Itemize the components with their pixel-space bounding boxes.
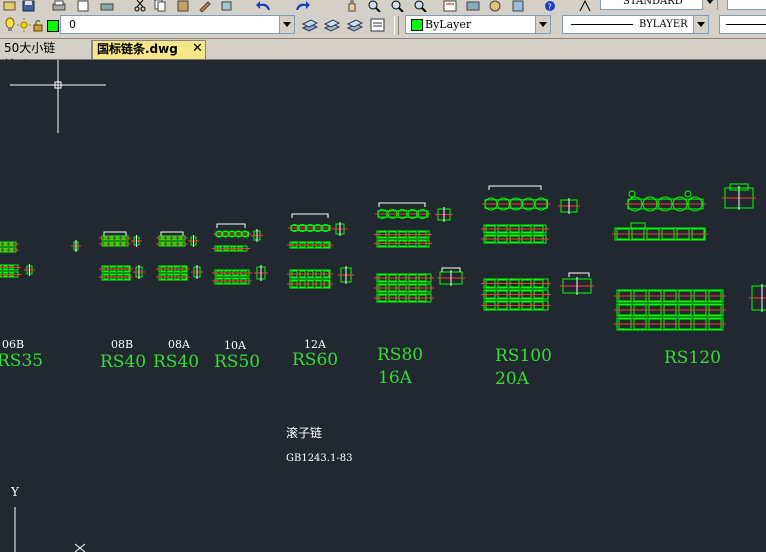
drawing-title: 滚子链 xyxy=(286,426,323,440)
label-rs35: RS35 xyxy=(0,351,44,371)
chevron-down-icon[interactable] xyxy=(535,16,550,33)
label-16a: 16A xyxy=(378,368,412,388)
lineweight-sample xyxy=(726,24,766,25)
drawing-tabs: 50大小链轮.dwg 国标链条.dwg ✕ xyxy=(0,39,766,72)
ucs-icon xyxy=(14,507,86,552)
label-rs120: RS120 xyxy=(664,348,721,368)
layer-select[interactable]: 0 xyxy=(60,15,295,34)
cut-icon[interactable] xyxy=(133,0,149,12)
dim-style-select[interactable] xyxy=(727,0,766,10)
layer-value: 0 xyxy=(69,18,76,31)
chain-20a-dim xyxy=(488,185,542,190)
label-rs60: RS60 xyxy=(292,350,339,370)
label-rs40-08b: RS40 xyxy=(100,352,147,372)
help-icon[interactable]: ? xyxy=(543,0,559,12)
publish-icon[interactable] xyxy=(100,0,116,12)
close-icon[interactable]: ✕ xyxy=(192,42,203,55)
layer-lock-icon[interactable] xyxy=(31,16,45,34)
chain-12a-dim xyxy=(291,213,329,218)
color-value: ByLayer xyxy=(425,18,472,31)
label-08a: 08A xyxy=(168,338,190,351)
color-select[interactable]: ByLayer xyxy=(405,15,551,34)
tab-drawing-sprocket[interactable]: 50大小链轮.dwg xyxy=(0,40,92,72)
label-rs100: RS100 xyxy=(495,346,552,366)
text-style-icon[interactable] xyxy=(578,0,594,12)
block-editor-icon[interactable] xyxy=(220,0,236,12)
design-center-icon[interactable] xyxy=(466,0,482,12)
linetype-sample xyxy=(571,24,633,25)
chain-16a-dim xyxy=(378,202,426,207)
print-icon[interactable] xyxy=(52,0,68,12)
layers-properties-toolbar: 0 ByLayer BYLAYER xyxy=(0,13,766,39)
chain-20a-dim2 xyxy=(568,272,590,277)
chevron-down-icon[interactable] xyxy=(702,0,717,10)
crosshair-cursor xyxy=(10,60,106,133)
match-properties-icon[interactable] xyxy=(198,0,214,12)
zoom-previous-icon[interactable] xyxy=(413,0,429,12)
zoom-window-icon[interactable] xyxy=(390,0,406,12)
label-06b: 06B xyxy=(2,338,25,351)
drawing-standard: GB1243.1-83 xyxy=(286,453,353,464)
label-rs40-08a: RS40 xyxy=(153,352,200,372)
copy-icon[interactable] xyxy=(153,0,169,12)
save-icon[interactable] xyxy=(22,0,38,12)
make-object-layer-current-icon[interactable] xyxy=(301,16,319,34)
chain-10a-dim xyxy=(216,223,246,228)
model-space-canvas[interactable]: 06B RS35 08B RS40 08A RS40 10A RS50 12A … xyxy=(0,60,766,552)
chevron-down-icon[interactable] xyxy=(693,16,708,33)
sheet-set-icon[interactable] xyxy=(511,0,527,12)
ucs-y-label: Y xyxy=(11,485,19,499)
layer-states-icon[interactable] xyxy=(346,16,364,34)
layer-properties-manager-icon[interactable] xyxy=(369,16,387,34)
tab-label: 国标链条.dwg xyxy=(97,42,178,56)
standard-toolbar: ? STANDARD xyxy=(0,0,766,14)
label-rs80: RS80 xyxy=(377,345,424,365)
pan-icon[interactable] xyxy=(345,0,361,12)
text-style-select[interactable]: STANDARD xyxy=(600,0,718,10)
plot-preview-icon[interactable] xyxy=(76,0,92,12)
zoom-realtime-icon[interactable] xyxy=(367,0,383,12)
chevron-down-icon[interactable] xyxy=(279,16,294,33)
tool-palettes-icon[interactable] xyxy=(488,0,504,12)
chain-08b-dim xyxy=(103,231,127,236)
label-rs50: RS50 xyxy=(214,352,261,372)
drawing-geometry xyxy=(0,60,766,552)
chain-rs120-pin xyxy=(684,190,692,198)
undo-icon[interactable] xyxy=(256,0,272,12)
chain-rs120-pin xyxy=(628,190,636,198)
layer-color-swatch xyxy=(47,20,59,32)
label-10a: 10A xyxy=(224,339,246,352)
linetype-value: BYLAYER xyxy=(639,19,688,30)
lineweight-select[interactable] xyxy=(719,15,766,34)
chain-08a-dim xyxy=(160,231,184,236)
open-icon[interactable] xyxy=(3,0,19,12)
svg-text:?: ? xyxy=(548,3,552,12)
properties-icon[interactable] xyxy=(443,0,459,12)
label-20a: 20A xyxy=(495,369,529,389)
layer-on-bulb-icon[interactable] xyxy=(3,16,17,34)
layer-thaw-sun-icon[interactable] xyxy=(17,16,31,34)
paste-icon[interactable] xyxy=(176,0,192,12)
tab-drawing-chain[interactable]: 国标链条.dwg xyxy=(92,40,206,59)
text-style-value: STANDARD xyxy=(623,0,683,7)
linetype-select[interactable]: BYLAYER xyxy=(562,15,709,34)
label-08b: 08B xyxy=(111,338,134,351)
redo-icon[interactable] xyxy=(294,0,310,12)
layer-previous-icon[interactable] xyxy=(323,16,341,34)
color-swatch xyxy=(411,19,423,31)
toolbar-grip[interactable] xyxy=(394,16,399,35)
